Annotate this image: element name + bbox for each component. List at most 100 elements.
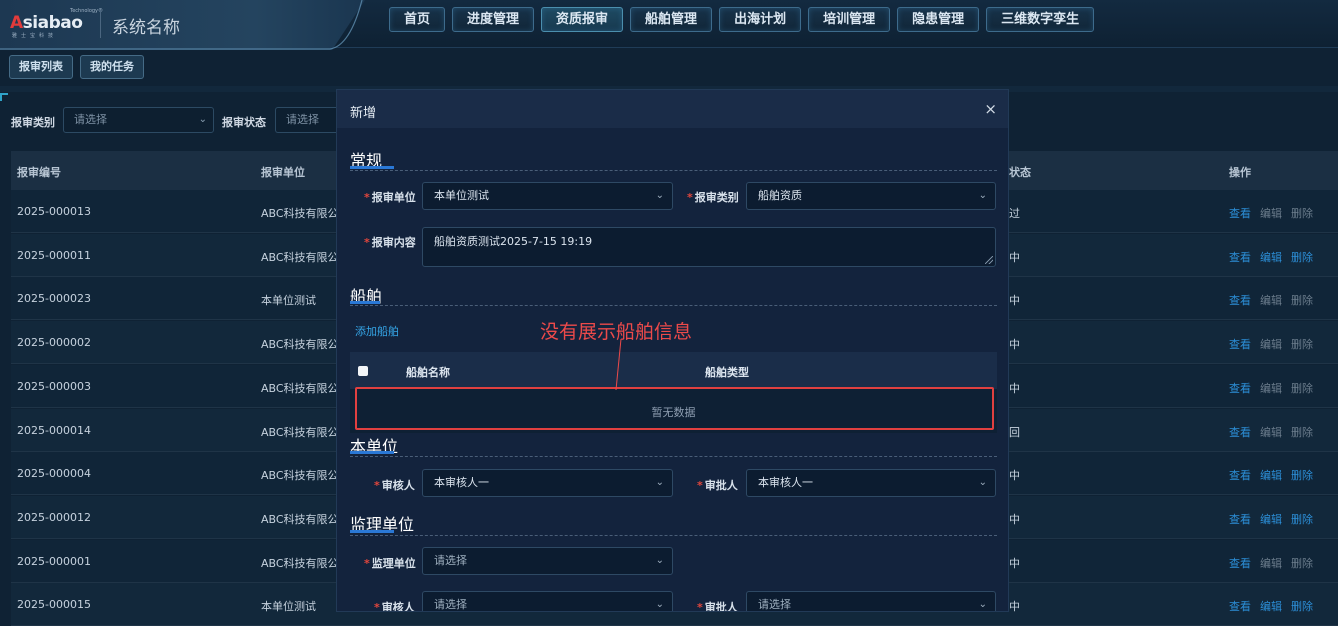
- cell-status: 中: [1009, 338, 1020, 352]
- sup-approver-select[interactable]: 请选择 ⌄: [746, 591, 996, 611]
- cell-number: 2025-000003: [17, 379, 91, 393]
- cell-status: 中: [1009, 294, 1020, 308]
- category-label: * 报审类别: [687, 191, 739, 204]
- cell-status: 过: [1009, 207, 1020, 220]
- cell-unit: ABC科技有限公: [261, 425, 339, 439]
- delete-link[interactable]: 删除: [1291, 292, 1313, 308]
- cell-unit: ABC科技有限公: [261, 250, 339, 264]
- content-label: * 报审内容: [364, 236, 416, 249]
- top-header: Technology® Asiabao 雅士宝科技 系统名称 首页 进度管理 资…: [0, 0, 1338, 50]
- chevron-down-icon: ⌄: [655, 190, 664, 201]
- chevron-down-icon: ⌄: [655, 599, 664, 610]
- edit-link[interactable]: 编辑: [1260, 380, 1282, 396]
- filter-status-select[interactable]: 请选择: [275, 107, 337, 133]
- edit-link[interactable]: 编辑: [1260, 424, 1282, 440]
- company-logo: Technology® Asiabao 雅士宝科技: [10, 8, 104, 39]
- section-underline: [350, 301, 380, 304]
- annotation-text: 没有展示船舶信息: [540, 321, 693, 343]
- chevron-down-icon: ⌄: [978, 190, 987, 201]
- nav-home[interactable]: 首页: [389, 7, 446, 32]
- content-textarea[interactable]: 船舶资质测试2025-7-15 19:19: [422, 227, 996, 267]
- edit-link[interactable]: 编辑: [1260, 205, 1282, 221]
- tab-my-tasks[interactable]: 我的任务: [80, 55, 144, 79]
- cell-status: 中: [1009, 381, 1020, 395]
- annotation-pointer-line: [615, 338, 622, 391]
- main-nav: 首页 进度管理 资质报审 船舶管理 出海计划 培训管理 隐患管理 三维数字孪生: [389, 7, 1095, 32]
- col-number: 报审编号: [17, 166, 61, 179]
- view-link[interactable]: 查看: [1229, 249, 1251, 265]
- edit-link[interactable]: 编辑: [1260, 511, 1282, 527]
- nav-training[interactable]: 培训管理: [808, 7, 891, 32]
- unit-label: * 报审单位: [364, 191, 416, 204]
- delete-link[interactable]: 删除: [1291, 511, 1313, 527]
- resize-grip-icon[interactable]: [985, 256, 993, 264]
- view-link[interactable]: 查看: [1229, 292, 1251, 308]
- close-icon[interactable]: ×: [984, 100, 997, 118]
- system-name: 系统名称: [112, 18, 180, 38]
- section-divider: [350, 456, 997, 457]
- nav-hazards[interactable]: 隐患管理: [897, 7, 980, 32]
- cell-number: 2025-000015: [17, 598, 91, 612]
- edit-link[interactable]: 编辑: [1260, 336, 1282, 352]
- col-actions: 操作: [1229, 166, 1251, 179]
- view-link[interactable]: 查看: [1229, 555, 1251, 571]
- add-dialog: 新增 × 常规 * 报审单位 本单位测试 ⌄ * 报审类别 船舶资质 ⌄ * 报审内容 船…: [336, 89, 1009, 612]
- view-link[interactable]: 查看: [1229, 424, 1251, 440]
- cell-number: 2025-000013: [17, 205, 91, 218]
- filter-category-select[interactable]: 请选择 ⌄: [63, 107, 214, 133]
- chevron-down-icon: ⌄: [978, 477, 987, 488]
- reviewer-select[interactable]: 本审核人一 ⌄: [422, 469, 673, 497]
- edit-link[interactable]: 编辑: [1260, 555, 1282, 571]
- filter-category-label: 报审类别: [11, 116, 55, 129]
- view-link[interactable]: 查看: [1229, 467, 1251, 483]
- delete-link[interactable]: 删除: [1291, 424, 1313, 440]
- section-underline: [350, 166, 394, 169]
- reviewer-label: * 审核人: [374, 479, 415, 492]
- edit-link[interactable]: 编辑: [1260, 467, 1282, 483]
- section-divider: [350, 535, 997, 536]
- select-all-checkbox[interactable]: [358, 366, 368, 376]
- corner-decoration: [0, 93, 8, 101]
- edit-link[interactable]: 编辑: [1260, 292, 1282, 308]
- sup-reviewer-select[interactable]: 请选择 ⌄: [422, 591, 673, 611]
- delete-link[interactable]: 删除: [1291, 205, 1313, 221]
- cell-status: 中: [1009, 250, 1020, 264]
- edit-link[interactable]: 编辑: [1260, 249, 1282, 265]
- section-divider: [350, 170, 997, 171]
- nav-digital-twin[interactable]: 三维数字孪生: [986, 7, 1095, 32]
- category-select[interactable]: 船舶资质 ⌄: [746, 182, 996, 210]
- delete-link[interactable]: 删除: [1291, 467, 1313, 483]
- supervisor-label: * 监理单位: [364, 557, 416, 570]
- cell-number: 2025-000023: [17, 292, 91, 306]
- nav-progress[interactable]: 进度管理: [452, 7, 535, 32]
- cell-number: 2025-000012: [17, 510, 91, 524]
- nav-sea-plan[interactable]: 出海计划: [719, 7, 802, 32]
- supervisor-select[interactable]: 请选择 ⌄: [422, 547, 673, 575]
- cell-status: 中: [1009, 512, 1020, 526]
- nav-qualification[interactable]: 资质报审: [541, 7, 624, 32]
- approver-label: * 审批人: [697, 479, 738, 492]
- chevron-down-icon: ⌄: [655, 477, 664, 488]
- delete-link[interactable]: 删除: [1291, 380, 1313, 396]
- dialog-title: 新增: [350, 106, 377, 121]
- add-ship-link[interactable]: 添加船舶: [355, 323, 399, 339]
- delete-link[interactable]: 删除: [1291, 555, 1313, 571]
- delete-link[interactable]: 删除: [1291, 336, 1313, 352]
- cell-status: 回: [1009, 425, 1020, 439]
- cell-unit: ABC科技有限公: [261, 338, 339, 352]
- unit-select[interactable]: 本单位测试 ⌄: [422, 182, 673, 210]
- view-link[interactable]: 查看: [1229, 205, 1251, 221]
- cell-unit: ABC科技有限公: [261, 207, 339, 220]
- delete-link[interactable]: 删除: [1291, 249, 1313, 265]
- view-link[interactable]: 查看: [1229, 380, 1251, 396]
- approver-select[interactable]: 本审核人一 ⌄: [746, 469, 996, 497]
- sup-approver-label: * 审批人: [697, 601, 738, 612]
- view-link[interactable]: 查看: [1229, 511, 1251, 527]
- annotation-highlight-box: [355, 387, 994, 430]
- nav-ships[interactable]: 船舶管理: [630, 7, 713, 32]
- tab-review-list[interactable]: 报审列表: [9, 55, 73, 79]
- view-link[interactable]: 查看: [1229, 336, 1251, 352]
- cell-number: 2025-000011: [17, 248, 91, 262]
- cell-status: 中: [1009, 469, 1020, 483]
- chevron-down-icon: ⌄: [655, 555, 664, 566]
